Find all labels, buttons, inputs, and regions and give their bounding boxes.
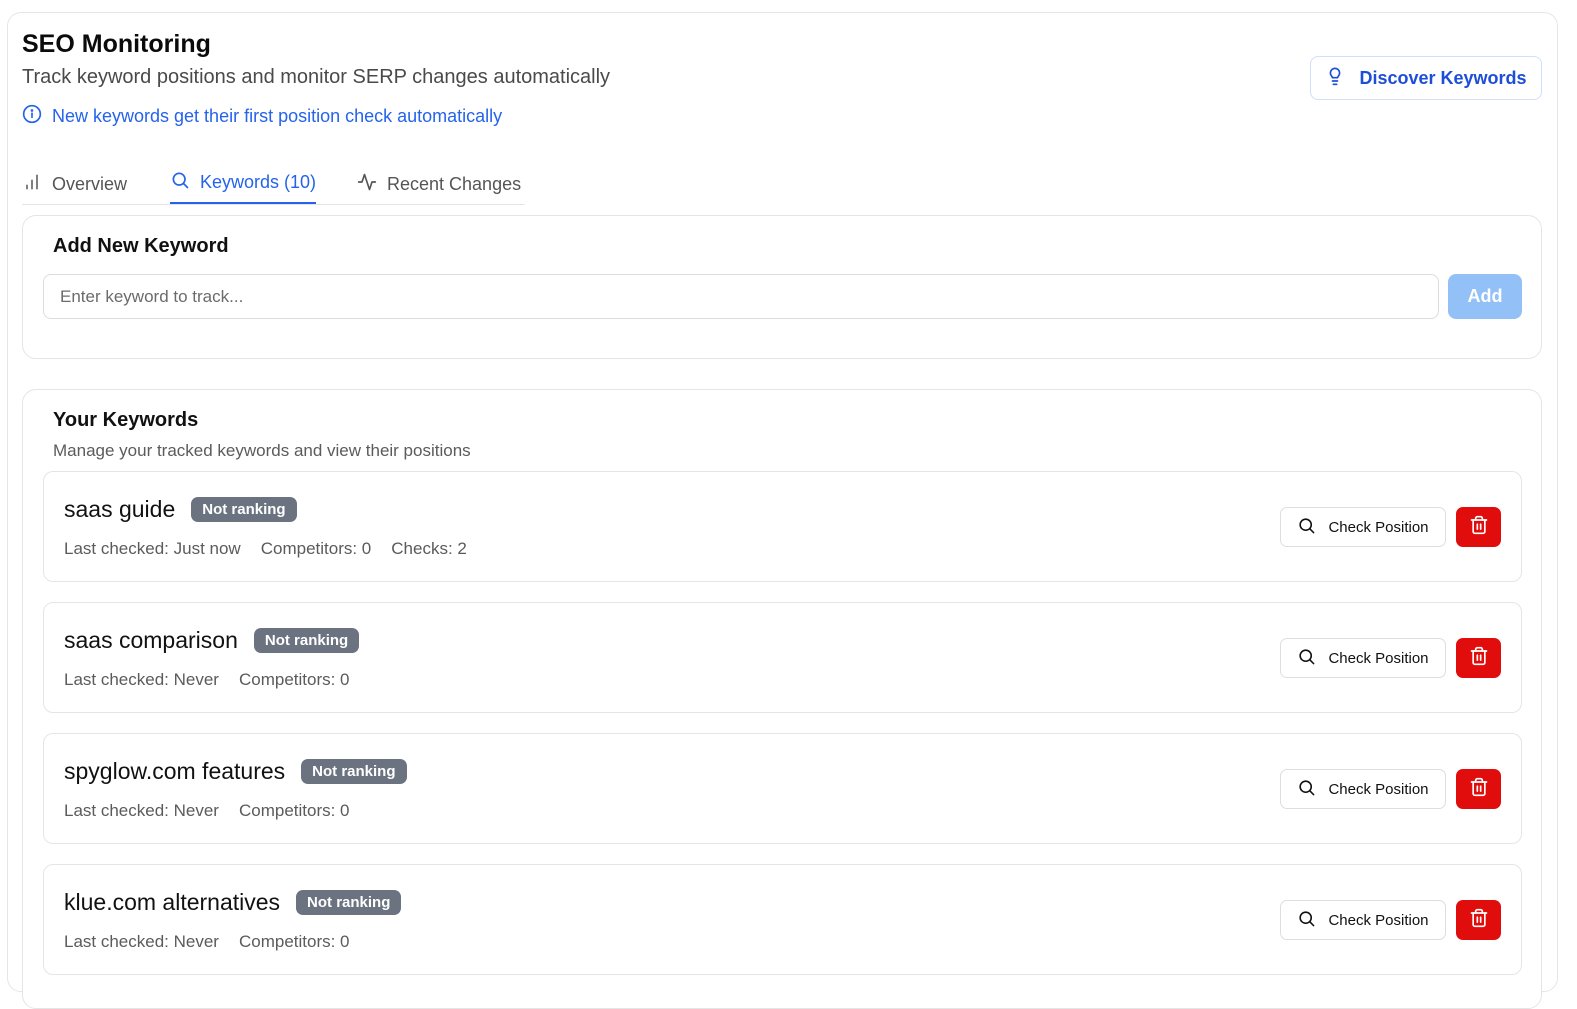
check-position-button[interactable]: Check Position [1280,638,1446,678]
check-position-button[interactable]: Check Position [1280,900,1446,940]
keyword-item: saas comparison Not ranking Last checked… [43,602,1522,713]
competitors-count: Competitors: 0 [238,932,350,951]
tab-recent-changes[interactable]: Recent Changes [357,164,521,205]
tab-overview[interactable]: Overview [22,164,127,205]
trash-icon [1469,908,1489,933]
last-checked: Last checked: Just now [64,539,241,558]
delete-button[interactable] [1456,900,1501,940]
page-title: SEO Monitoring [22,30,211,58]
status-badge: Not ranking [253,628,360,653]
trash-icon [1469,777,1489,802]
status-badge: Not ranking [296,890,402,915]
check-position-label: Check Position [1328,911,1429,929]
your-keywords-card: Your Keywords Manage your tracked keywor… [22,389,1542,1009]
discover-keywords-button[interactable]: Discover Keywords [1310,56,1542,100]
activity-icon [357,172,377,197]
check-position-button[interactable]: Check Position [1280,769,1446,809]
keyword-name: klue.com alternatives [64,889,281,915]
lightbulb-icon [1325,66,1345,91]
tab-bar: Overview Keywords (10) Recent Changes [22,164,525,205]
last-checked: Last checked: Never [64,932,219,951]
keyword-input[interactable] [43,274,1439,319]
trash-icon [1469,515,1489,540]
search-icon [1297,516,1316,539]
check-position-button[interactable]: Check Position [1280,507,1446,547]
search-icon [1297,909,1316,932]
trash-icon [1469,646,1489,671]
info-text: New keywords get their first position ch… [52,106,503,126]
last-checked: Last checked: Never [64,801,219,820]
tab-recent-changes-label: Recent Changes [387,174,522,194]
keyword-item: spyglow.com features Not ranking Last ch… [43,733,1522,844]
keyword-name: saas comparison [64,627,238,653]
status-badge: Not ranking [191,497,297,522]
add-keyword-title: Add New Keyword [53,235,229,257]
search-icon [1297,647,1316,670]
your-keywords-title: Your Keywords [53,409,199,431]
bar-chart-icon [22,172,42,197]
competitors-count: Competitors: 0 [238,670,350,689]
tab-overview-label: Overview [52,174,128,194]
keyword-name: spyglow.com features [64,758,286,784]
competitors-count: Competitors: 0 [238,801,350,820]
checks-count: Checks: 2 [391,539,467,558]
add-keyword-card: Add New Keyword Add [22,215,1542,359]
info-icon [22,104,42,129]
last-checked: Last checked: Never [64,670,219,689]
discover-keywords-label: Discover Keywords [1359,67,1527,88]
page-subtitle: Track keyword positions and monitor SERP… [22,66,611,88]
delete-button[interactable] [1456,769,1501,809]
tab-keywords[interactable]: Keywords (10) [170,162,317,204]
check-position-label: Check Position [1328,780,1429,798]
check-position-label: Check Position [1328,518,1429,536]
check-position-label: Check Position [1328,649,1429,667]
info-notice: New keywords get their first position ch… [22,104,502,129]
keyword-name: saas guide [64,496,176,522]
delete-button[interactable] [1456,638,1501,678]
competitors-count: Competitors: 0 [260,539,372,558]
tab-keywords-label: Keywords (10) [200,172,317,192]
status-badge: Not ranking [301,759,407,784]
keyword-item: saas guide Not ranking Last checked: Jus… [43,471,1522,582]
delete-button[interactable] [1456,507,1501,547]
your-keywords-subtitle: Manage your tracked keywords and view th… [53,441,471,460]
search-icon [170,170,190,195]
search-icon [1297,778,1316,801]
add-button[interactable]: Add [1448,274,1522,319]
keyword-item: klue.com alternatives Not ranking Last c… [43,864,1522,975]
